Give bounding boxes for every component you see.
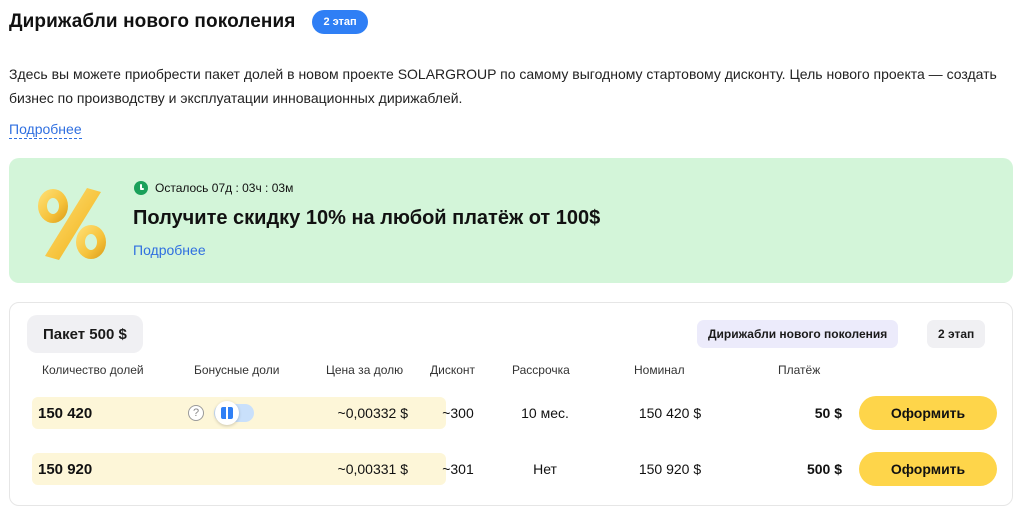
page-title: Дирижабли нового поколения xyxy=(9,11,296,32)
help-icon[interactable]: ? xyxy=(188,405,204,421)
project-tag: Дирижабли нового поколения xyxy=(697,320,899,348)
col-quantity: Количество долей xyxy=(42,363,144,377)
package-card: Пакет 500 $ Дирижабли нового поколения 2… xyxy=(9,302,1013,506)
price-value: ~0,00331 $ xyxy=(337,461,408,477)
countdown-timer: Осталось 07д : 03ч : 03м xyxy=(134,181,293,195)
project-description: Здесь вы можете приобрести пакет долей в… xyxy=(9,66,997,106)
quantity-value: 150 420 xyxy=(38,404,93,422)
promo-banner: Осталось 07д : 03ч : 03м Получите скидку… xyxy=(9,158,1013,283)
discount-value: ~301 xyxy=(442,461,474,477)
col-payment: Платёж xyxy=(778,363,821,377)
order-button[interactable]: Оформить xyxy=(859,452,997,486)
payment-value: 500 $ xyxy=(806,461,842,477)
discount-value: ~300 xyxy=(442,405,474,421)
installment-value: 10 мес. xyxy=(521,405,569,421)
table-row: 150 420 ? ~0,00332 $ ~300 10 мес. 150 42… xyxy=(10,396,1014,431)
package-title: Пакет 500 $ xyxy=(27,315,143,353)
installment-value: Нет xyxy=(533,461,557,477)
nominal-value: 150 920 $ xyxy=(638,461,702,477)
quantity-value: 150 920 xyxy=(38,460,93,478)
stage-tag: 2 этап xyxy=(927,320,986,348)
timer-text: Осталось 07д : 03ч : 03м xyxy=(155,181,294,195)
payment-value: 50 $ xyxy=(814,405,842,421)
nominal-value: 150 420 $ xyxy=(638,405,702,421)
col-discount: Дисконт xyxy=(430,363,476,377)
gift-icon xyxy=(221,407,233,419)
order-button[interactable]: Оформить xyxy=(859,396,997,430)
col-price: Цена за долю xyxy=(326,363,404,377)
bonus-toggle[interactable] xyxy=(214,401,254,425)
clock-icon xyxy=(134,181,148,195)
stage-badge: 2 этап xyxy=(312,10,368,34)
col-installment: Рассрочка xyxy=(512,363,570,377)
percent-icon xyxy=(38,188,106,260)
more-link[interactable]: Подробнее xyxy=(9,120,82,139)
col-bonus: Бонусные доли xyxy=(194,363,280,377)
promo-title: Получите скидку 10% на любой платёж от 1… xyxy=(133,207,601,229)
table-row: 150 920 ~0,00331 $ ~301 Нет 150 920 $ 50… xyxy=(10,452,1014,487)
promo-more-link[interactable]: Подробнее xyxy=(133,242,206,258)
col-nominal: Номинал xyxy=(634,363,685,377)
page-header: Дирижабли нового поколения 2 этап xyxy=(9,10,368,34)
price-value: ~0,00332 $ xyxy=(337,405,408,421)
